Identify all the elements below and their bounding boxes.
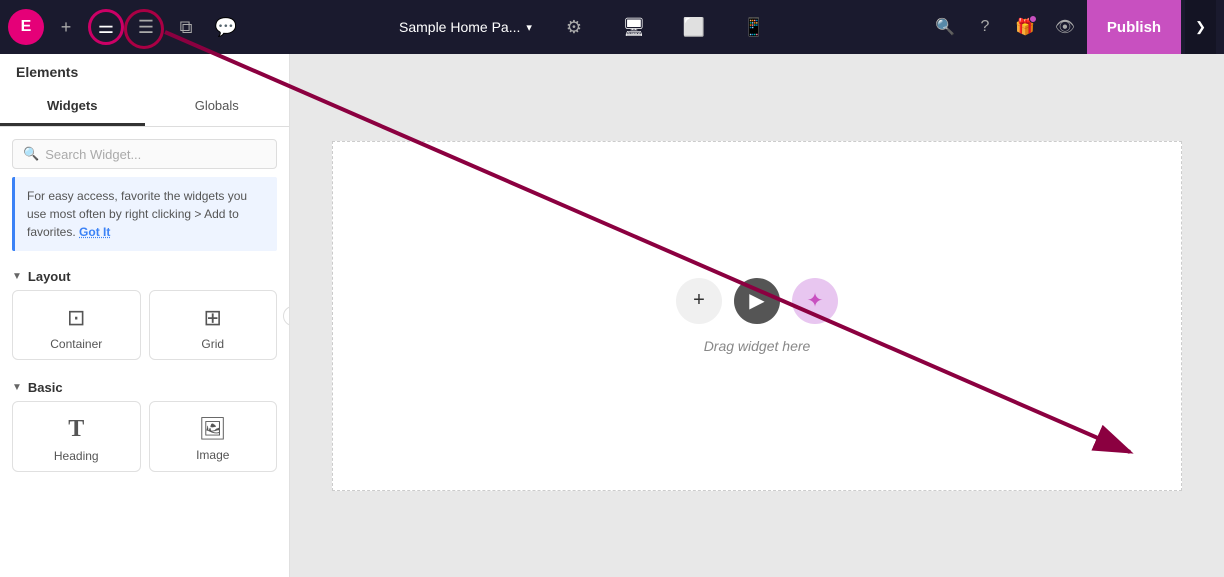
canvas-magic-button[interactable]: ✦ (792, 278, 838, 324)
filter-button[interactable]: ⚌ (88, 9, 124, 45)
basic-arrow-icon: ▼ (12, 382, 22, 393)
basic-widgets-grid: T Heading 🖼 Image (0, 401, 289, 482)
heading-icon: T (68, 416, 84, 443)
desktop-view-button[interactable]: 🖥 (616, 9, 652, 45)
canvas-drop-area: + ▶ ✦ Drag widget here (676, 278, 838, 354)
grid-widget[interactable]: ⊞ Grid (149, 290, 278, 360)
tablet-view-button[interactable]: ⬜ (676, 9, 712, 45)
search-icon: 🔍 (23, 146, 39, 162)
canvas-add-button[interactable]: + (676, 278, 722, 324)
tip-box: For easy access, favorite the widgets yo… (12, 177, 277, 251)
image-icon: 🖼 (199, 416, 227, 442)
notification-dot (1029, 15, 1037, 23)
search-widget-area: 🔍 (0, 127, 289, 177)
publish-dropdown-button[interactable]: ❯ (1185, 0, 1216, 54)
canvas-drop-buttons: + ▶ ✦ (676, 278, 838, 324)
mobile-view-button[interactable]: 📱 (736, 9, 772, 45)
got-it-link[interactable]: Got It (79, 225, 110, 239)
container-widget[interactable]: ⊡ Container (12, 290, 141, 360)
search-button[interactable]: 🔍 (927, 9, 963, 45)
elementor-logo[interactable]: E (8, 9, 44, 45)
comments-button[interactable]: 💬 (208, 9, 244, 45)
image-widget[interactable]: 🖼 Image (149, 401, 278, 472)
toolbar-center: Sample Home Pa... ▾ ⚙ 🖥 ⬜ 📱 (248, 9, 923, 45)
layers-button[interactable]: ⧉ (168, 9, 204, 45)
layout-arrow-icon: ▼ (12, 271, 22, 282)
search-input-wrap[interactable]: 🔍 (12, 139, 277, 169)
document-button[interactable]: ☰ (128, 9, 164, 45)
canvas-frame: + ▶ ✦ Drag widget here (332, 141, 1182, 491)
page-title-selector[interactable]: Sample Home Pa... ▾ (399, 19, 532, 35)
settings-button[interactable]: ⚙ (556, 9, 592, 45)
top-toolbar: E + ⚌ ☰ ⧉ 💬 Sample Home Pa... ▾ ⚙ 🖥 ⬜ 📱 … (0, 0, 1224, 54)
layout-section-header[interactable]: ▼ Layout (0, 259, 289, 290)
drag-widget-label: Drag widget here (704, 338, 811, 354)
layout-widgets-grid: ⊡ Container ⊞ Grid (0, 290, 289, 370)
tab-widgets[interactable]: Widgets (0, 88, 145, 126)
help-button[interactable]: ? (967, 9, 1003, 45)
main-layout: Elements Widgets Globals 🔍 For easy acce… (0, 54, 1224, 577)
tab-globals[interactable]: Globals (145, 88, 290, 126)
canvas-folder-button[interactable]: ▶ (734, 278, 780, 324)
container-icon: ⊡ (67, 305, 85, 331)
search-widget-input[interactable] (45, 147, 266, 162)
grid-icon: ⊞ (204, 305, 222, 331)
publish-button[interactable]: Publish (1087, 0, 1181, 54)
preview-button[interactable]: 👁 (1047, 9, 1083, 45)
sidebar: Elements Widgets Globals 🔍 For easy acce… (0, 54, 290, 577)
canvas-area: + ▶ ✦ Drag widget here (290, 54, 1224, 577)
sidebar-title: Elements (0, 54, 289, 80)
gift-button[interactable]: 🎁 (1007, 9, 1043, 45)
heading-widget[interactable]: T Heading (12, 401, 141, 472)
add-element-button[interactable]: + (48, 9, 84, 45)
toolbar-right: 🔍 ? 🎁 👁 (927, 9, 1083, 45)
basic-section-header[interactable]: ▼ Basic (0, 370, 289, 401)
sidebar-tabs: Widgets Globals (0, 88, 289, 127)
